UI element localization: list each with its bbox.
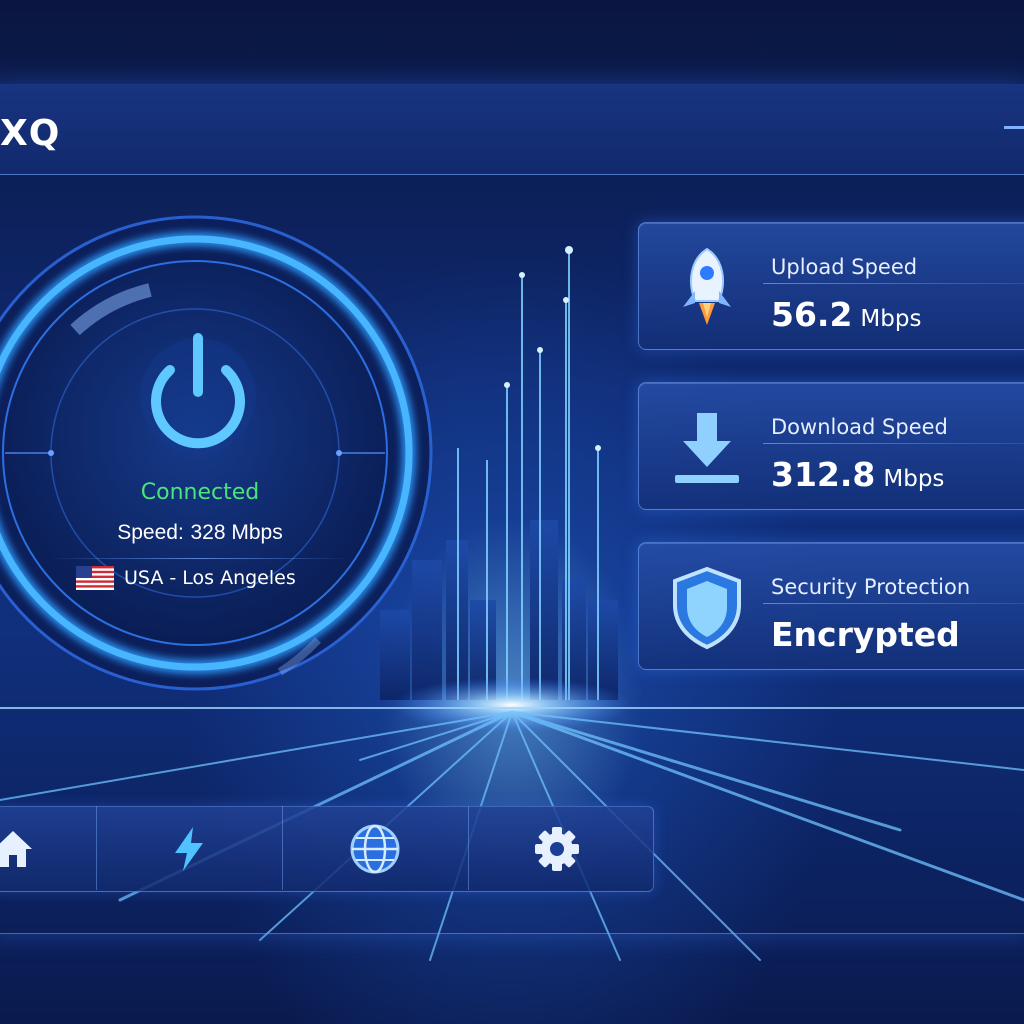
card-divider <box>763 443 1024 444</box>
download-speed-card: Download Speed 312.8 Mbps <box>638 382 1024 510</box>
download-speed-value: 312.8 Mbps <box>771 455 945 494</box>
speed-label: Speed: <box>117 521 184 544</box>
connection-speed: Speed: 328 Mbps <box>70 520 330 545</box>
card-divider <box>763 603 1024 604</box>
card-divider <box>763 283 1024 284</box>
security-card: Security Protection Encrypted <box>638 542 1024 670</box>
upload-speed-label: Upload Speed <box>771 255 918 279</box>
nav-speed[interactable] <box>97 807 282 889</box>
app-title: XQ <box>0 113 61 154</box>
power-icon <box>140 333 256 454</box>
globe-icon <box>350 824 400 874</box>
title-bar <box>0 84 1024 175</box>
home-icon <box>0 831 32 867</box>
security-label: Security Protection <box>771 575 971 599</box>
power-button[interactable] <box>124 330 272 462</box>
upload-speed-card: Upload Speed 56.2 Mbps <box>638 222 1024 350</box>
nav-settings[interactable] <box>469 807 651 889</box>
location-label: USA - Los Angeles <box>124 567 296 589</box>
nav-servers[interactable] <box>283 807 468 889</box>
minimize-button[interactable] <box>1004 126 1024 129</box>
speed-value: 328 Mbps <box>190 521 283 544</box>
upload-speed-value: 56.2 Mbps <box>771 295 922 334</box>
us-flag-icon <box>76 566 114 590</box>
nav-home[interactable] <box>0 807 96 889</box>
security-value: Encrypted <box>771 615 960 654</box>
connection-status: Connected <box>140 480 260 505</box>
download-icon <box>675 413 739 483</box>
shield-icon <box>673 566 741 650</box>
gear-icon <box>535 827 579 871</box>
location-divider <box>50 558 350 559</box>
download-speed-label: Download Speed <box>771 415 948 439</box>
lightning-icon <box>175 827 203 871</box>
server-location[interactable]: USA - Los Angeles <box>76 566 296 590</box>
rocket-icon <box>683 247 731 325</box>
